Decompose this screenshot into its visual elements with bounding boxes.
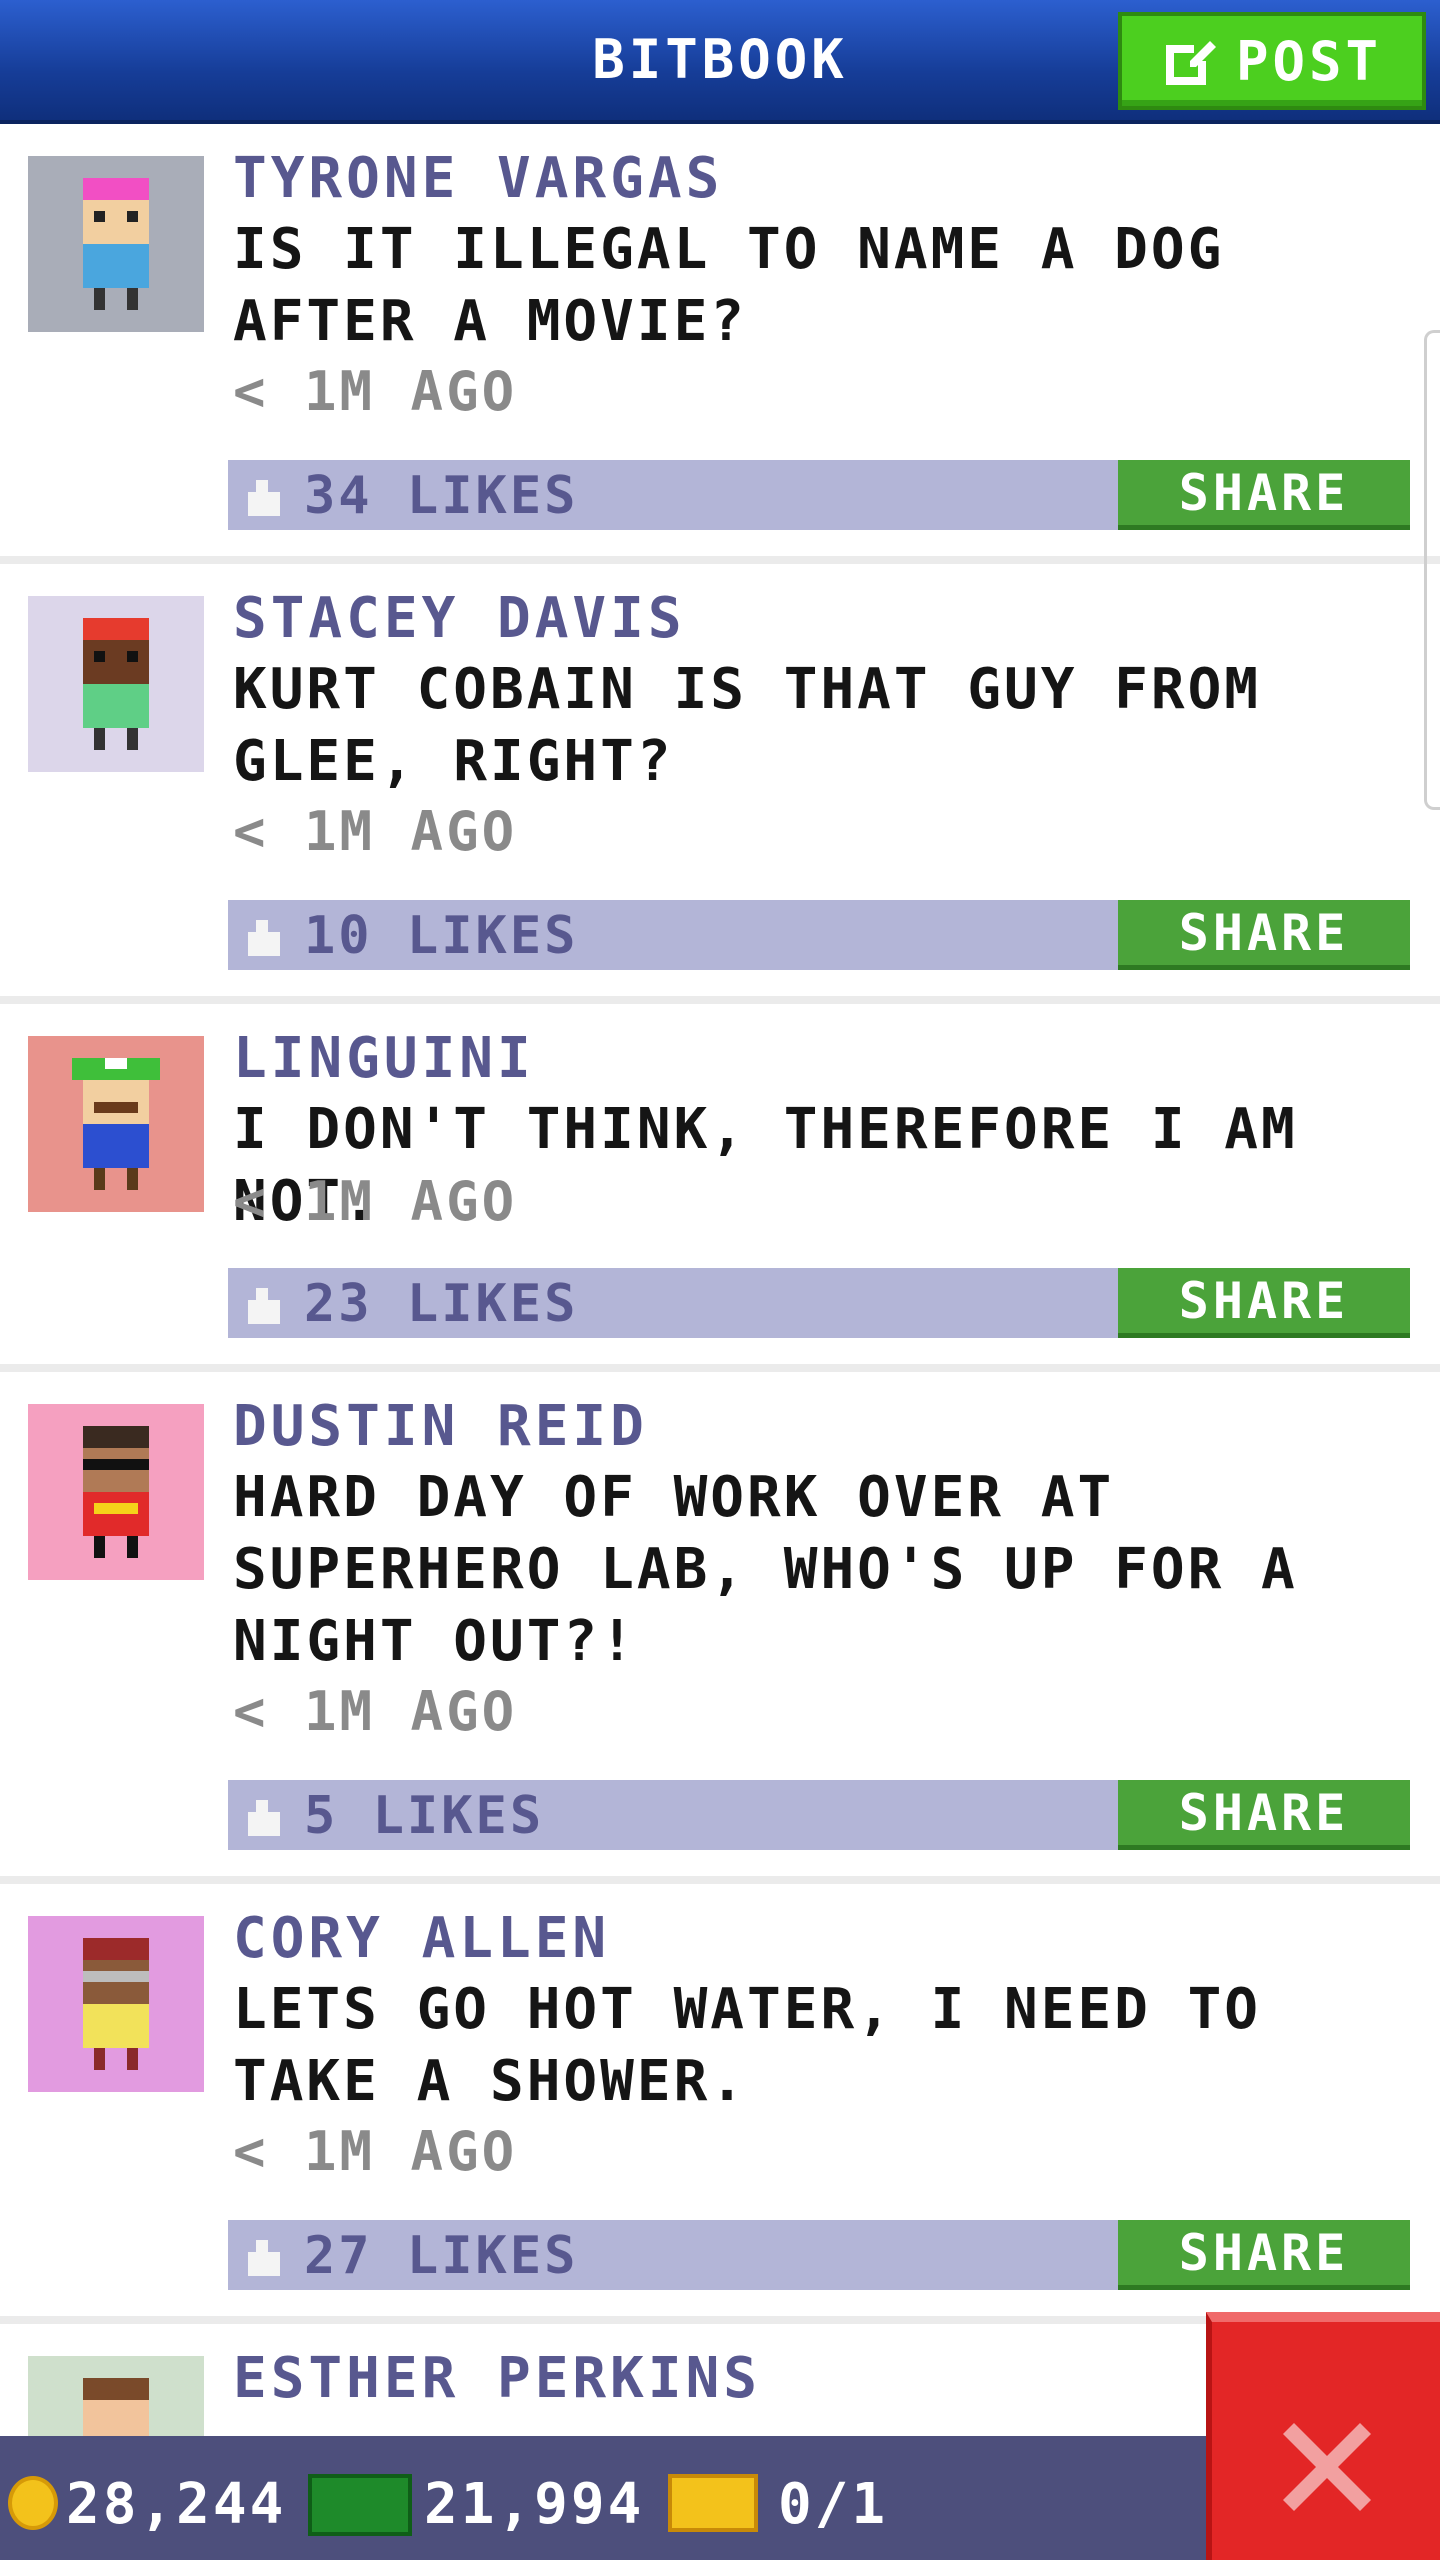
like-bar: 34 LIKES SHARE	[228, 460, 1410, 530]
like-count: 5 LIKES	[304, 1786, 545, 1846]
pixel-avatar-icon	[83, 1426, 149, 1558]
coin-icon	[8, 2476, 58, 2530]
share-button[interactable]: SHARE	[1118, 900, 1410, 970]
post-time: < 1M AGO	[233, 1170, 518, 1233]
avatar[interactable]	[28, 596, 204, 772]
pixel-avatar-icon	[72, 1058, 160, 1190]
scroll-indicator[interactable]	[1424, 330, 1440, 810]
post-author[interactable]: DUSTIN REID	[233, 1394, 648, 1459]
pixel-avatar-icon	[83, 618, 149, 750]
post-author[interactable]: LINGUINI	[233, 1026, 535, 1091]
post-item: CORY ALLEN LETS GO HOT WATER, I NEED TO …	[0, 1884, 1440, 2324]
post-time: < 1M AGO	[233, 800, 518, 863]
post-item: LINGUINI I DON'T THINK, THEREFORE I AM N…	[0, 1004, 1440, 1372]
ticket-icon	[668, 2474, 758, 2532]
like-count: 23 LIKES	[304, 1274, 579, 1334]
bux-icon	[308, 2474, 412, 2536]
thumbs-up-icon[interactable]	[244, 1284, 284, 1324]
post-author[interactable]: TYRONE VARGAS	[233, 146, 723, 211]
like-count: 34 LIKES	[304, 466, 579, 526]
post-time: < 1M AGO	[233, 2120, 518, 2183]
coin-count: 28,244	[66, 2472, 287, 2537]
post-item: TYRONE VARGAS IS IT ILLEGAL TO NAME A DO…	[0, 124, 1440, 564]
like-bar: 5 LIKES SHARE	[228, 1780, 1410, 1850]
pixel-avatar-icon	[83, 1938, 149, 2070]
share-button[interactable]: SHARE	[1118, 460, 1410, 530]
thumbs-up-icon[interactable]	[244, 2236, 284, 2276]
post-item: STACEY DAVIS KURT COBAIN IS THAT GUY FRO…	[0, 564, 1440, 1004]
post-author[interactable]: STACEY DAVIS	[233, 586, 686, 651]
post-author[interactable]: CORY ALLEN	[233, 1906, 610, 1971]
share-button[interactable]: SHARE	[1118, 1268, 1410, 1338]
post-button-label: POST	[1235, 29, 1383, 93]
thumbs-up-icon[interactable]	[244, 916, 284, 956]
pixel-avatar-icon	[83, 178, 149, 310]
like-bar: 27 LIKES SHARE	[228, 2220, 1410, 2290]
like-bar: 10 LIKES SHARE	[228, 900, 1410, 970]
post-author[interactable]: ESTHER PERKINS	[233, 2346, 761, 2411]
post-time: < 1M AGO	[233, 1680, 518, 1743]
close-icon	[1283, 2423, 1371, 2511]
post-item: DUSTIN REID HARD DAY OF WORK OVER AT SUP…	[0, 1372, 1440, 1884]
post-text: HARD DAY OF WORK OVER AT SUPERHERO LAB, …	[233, 1465, 1298, 1674]
like-count: 27 LIKES	[304, 2226, 579, 2286]
like-bar: 23 LIKES SHARE	[228, 1268, 1410, 1338]
post-button[interactable]: POST	[1118, 12, 1426, 110]
share-button[interactable]: SHARE	[1118, 1780, 1410, 1850]
share-button[interactable]: SHARE	[1118, 2220, 1410, 2290]
avatar[interactable]	[28, 156, 204, 332]
app-header: BITBOOK POST	[0, 0, 1440, 124]
post-time: < 1M AGO	[233, 360, 518, 423]
thumbs-up-icon[interactable]	[244, 1796, 284, 1836]
bux-count: 21,994	[424, 2472, 645, 2537]
post-text: LETS GO HOT WATER, I NEED TO TAKE A SHOW…	[233, 1977, 1262, 2114]
post-text: IS IT ILLEGAL TO NAME A DOG AFTER A MOVI…	[233, 217, 1225, 354]
post-text: KURT COBAIN IS THAT GUY FROM GLEE, RIGHT…	[233, 657, 1262, 794]
compose-icon	[1165, 41, 1216, 85]
avatar[interactable]	[28, 1916, 204, 2092]
like-count: 10 LIKES	[304, 906, 579, 966]
ticket-count: 0/1	[778, 2472, 889, 2537]
avatar[interactable]	[28, 1404, 204, 1580]
avatar[interactable]	[28, 1036, 204, 1212]
thumbs-up-icon[interactable]	[244, 476, 284, 516]
close-button[interactable]	[1206, 2312, 1440, 2560]
feed[interactable]: TYRONE VARGAS IS IT ILLEGAL TO NAME A DO…	[0, 124, 1440, 2532]
